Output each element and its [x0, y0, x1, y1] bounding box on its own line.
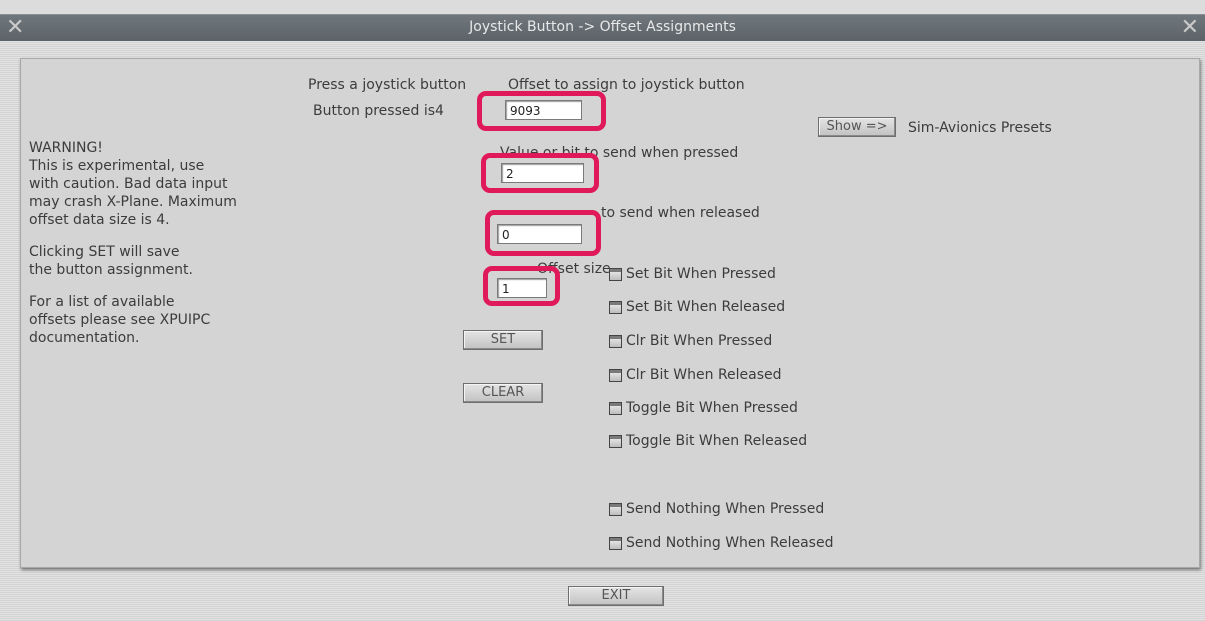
checkbox-icon[interactable] [609, 502, 622, 516]
value-released-label: to send when released [601, 205, 760, 221]
warning-text: WARNING! This is experimental, use with … [29, 139, 289, 361]
size-highlight [483, 266, 560, 306]
checkbox-icon[interactable] [609, 401, 622, 415]
checkbox-label: Toggle Bit When Released [626, 433, 808, 449]
checkbox-send-nothing-released[interactable]: Send Nothing When Released [609, 533, 833, 553]
checkbox-clr-bit-pressed[interactable]: Clr Bit When Pressed [609, 331, 772, 351]
checkbox-icon[interactable] [609, 368, 622, 382]
window-title: Joystick Button -> Offset Assignments [469, 19, 736, 35]
warning-paragraph: WARNING! This is experimental, use with … [29, 140, 237, 228]
checkbox-label: Toggle Bit When Pressed [626, 400, 798, 416]
set-button[interactable]: SET [463, 330, 543, 350]
checkbox-label: Set Bit When Released [626, 299, 786, 315]
checkbox-label: Send Nothing When Released [626, 535, 834, 551]
offset-highlight [477, 91, 606, 131]
checkbox-toggle-bit-pressed[interactable]: Toggle Bit When Pressed [609, 398, 798, 418]
checkbox-icon[interactable] [609, 300, 622, 314]
checkbox-label: Clr Bit When Pressed [626, 333, 773, 349]
press-button-label: Press a joystick button [308, 77, 467, 93]
clear-button[interactable]: CLEAR [463, 383, 543, 403]
checkbox-icon[interactable] [609, 434, 622, 448]
checkbox-clr-bit-released[interactable]: Clr Bit When Released [609, 365, 782, 385]
checkbox-icon[interactable] [609, 267, 622, 281]
checkbox-label: Clr Bit When Released [626, 367, 782, 383]
set-info-paragraph: Clicking SET will save the button assign… [29, 244, 193, 278]
checkbox-send-nothing-pressed[interactable]: Send Nothing When Pressed [609, 499, 824, 519]
pressed-highlight [481, 153, 599, 193]
show-presets-button[interactable]: Show => [818, 117, 896, 137]
checkbox-label: Set Bit When Pressed [626, 266, 776, 282]
checkbox-icon[interactable] [609, 536, 622, 550]
checkbox-toggle-bit-released[interactable]: Toggle Bit When Released [609, 431, 807, 451]
released-highlight [485, 210, 601, 256]
button-pressed-label: Button pressed is4 [313, 103, 444, 119]
sim-avionics-label: Sim-Avionics Presets [908, 120, 1052, 136]
offsets-info-paragraph: For a list of available offsets please s… [29, 294, 211, 346]
close-right-icon[interactable]: ✕ [1181, 15, 1199, 41]
checkbox-set-bit-pressed[interactable]: Set Bit When Pressed [609, 264, 776, 284]
checkbox-set-bit-released[interactable]: Set Bit When Released [609, 297, 785, 317]
assignment-panel: WARNING! This is experimental, use with … [20, 58, 1200, 568]
checkbox-icon[interactable] [609, 334, 622, 348]
window-titlebar: ✕ Joystick Button -> Offset Assignments … [0, 14, 1205, 42]
checkbox-label: Send Nothing When Pressed [626, 501, 825, 517]
exit-button[interactable]: EXIT [568, 586, 664, 606]
